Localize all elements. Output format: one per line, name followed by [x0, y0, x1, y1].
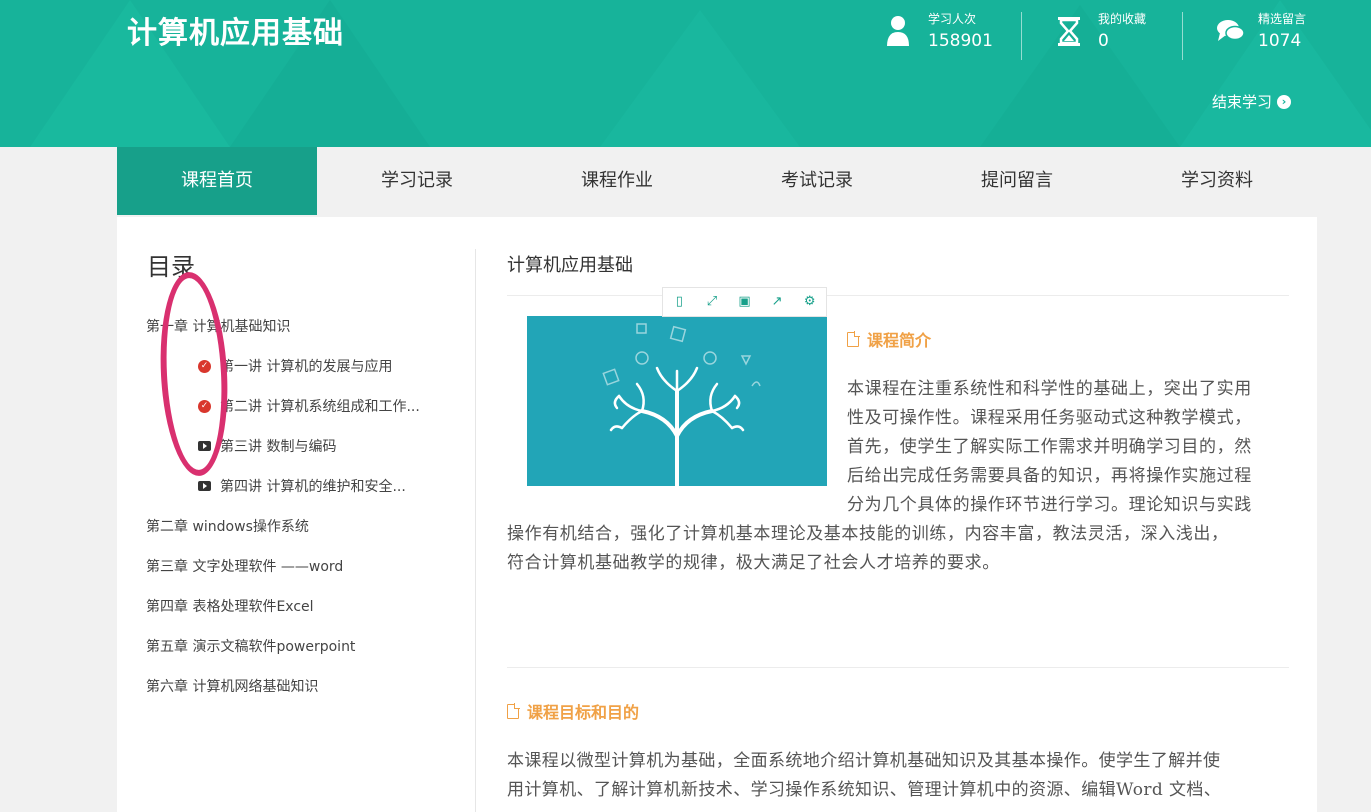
stat-divider [1182, 12, 1183, 60]
section-divider [507, 667, 1289, 668]
intro-text-beside-image: 本课程在注重系统性和科学性的基础上，突出了实用 性及可操作性。课程采用任务驱动式… [847, 375, 1292, 520]
fullscreen-icon[interactable]: ⤢ [705, 295, 719, 309]
goal-line: 用计算机、了解计算机新技术、学习操作系统知识、管理计算机中的资源、编辑Word … [507, 780, 1222, 800]
toc-chapter-6[interactable]: 第六章 计算机网络基础知识 [146, 676, 318, 696]
lesson-label: 第二讲 计算机系统组成和工作... [220, 399, 420, 415]
toc-lesson-1-4[interactable]: 第四讲 计算机的维护和安全... [198, 476, 406, 496]
stat-value: 1074 [1258, 31, 1302, 51]
intro-line: 本课程在注重系统性和科学性的基础上，突出了实用 [847, 379, 1252, 399]
end-study-label: 结束学习 [1211, 93, 1272, 111]
stat-value: 158901 [928, 31, 993, 51]
lesson-label: 第四讲 计算机的维护和安全... [220, 479, 406, 495]
stat-label: 精选留言 [1258, 12, 1307, 26]
stat-label: 学习人次 [928, 12, 977, 26]
comments-icon [1217, 20, 1245, 41]
toc-lesson-1-1[interactable]: ✓ 第一讲 计算机的发展与应用 [198, 356, 392, 376]
tree-illustration [602, 323, 761, 486]
intro-section-title: 课程简介 [847, 327, 931, 351]
intro-text-full-width: 操作有机结合，强化了计算机基本理论及基本技能的训练，内容丰富，教法灵活，深入浅出… [507, 520, 1297, 578]
site-title: 计算机应用基础 [127, 16, 344, 51]
intro-line: 符合计算机基础教学的规律，极大满足了社会人才培养的要求。 [507, 553, 1000, 573]
course-heading: 计算机应用基础 [507, 255, 633, 276]
goal-section-title: 课程目标和目的 [507, 699, 639, 723]
goal-title-text: 课程目标和目的 [527, 703, 640, 722]
hourglass-icon [1058, 17, 1080, 46]
intro-line: 首先，使学生了解实际工作需求并明确学习目的，然 [847, 437, 1252, 457]
end-study-button[interactable]: 结束学习 › [1212, 91, 1291, 112]
stat-divider [1021, 12, 1022, 60]
stat-label: 我的收藏 [1098, 12, 1147, 26]
tab-materials[interactable]: 学习资料 [1117, 147, 1317, 215]
goal-text: 本课程以微型计算机为基础，全面系统地介绍计算机基础知识及其基本操作。使学生了解并… [507, 747, 1289, 805]
document-icon [507, 703, 520, 719]
toc-chapter-5[interactable]: 第五章 演示文稿软件powerpoint [146, 636, 355, 656]
toc-chapter-4[interactable]: 第四章 表格处理软件Excel [146, 596, 314, 616]
share-icon[interactable]: ↗ [770, 295, 784, 309]
stat-value: 0 [1098, 31, 1109, 51]
column-divider [475, 249, 476, 812]
goal-line: 本课程以微型计算机为基础，全面系统地介绍计算机基础知识及其基本操作。使学生了解并… [507, 751, 1221, 771]
tab-questions[interactable]: 提问留言 [917, 147, 1117, 215]
tab-course-home[interactable]: 课程首页 [117, 147, 317, 215]
video-icon [198, 481, 211, 491]
header: 计算机应用基础 学习人次 158901 我的收藏 0 精选留言 1074 结束学… [0, 0, 1371, 147]
section-divider [507, 295, 1289, 296]
intro-line: 分为几个具体的操作环节进行学习。理论知识与实践 [847, 495, 1252, 515]
intro-line: 后给出完成任务需要具备的知识，再将操作实施过程 [847, 466, 1252, 486]
tab-study-records[interactable]: 学习记录 [317, 147, 517, 215]
lesson-label: 第一讲 计算机的发展与应用 [220, 359, 393, 375]
arrow-right-circle-icon: › [1277, 94, 1291, 109]
settings-icon[interactable]: ⚙ [803, 295, 817, 309]
lesson-label: 第三讲 数制与编码 [220, 439, 337, 455]
document-icon [847, 331, 860, 347]
course-cover-image [527, 316, 827, 486]
course-tabs: 课程首页 学习记录 课程作业 考试记录 提问留言 学习资料 [117, 147, 1317, 215]
toc-lesson-1-2[interactable]: ✓ 第二讲 计算机系统组成和工作... [198, 396, 420, 416]
image-toolbar: ▯ ⤢ ▣ ↗ ⚙ [662, 287, 827, 317]
tab-course-homework[interactable]: 课程作业 [517, 147, 717, 215]
tab-exam-records[interactable]: 考试记录 [717, 147, 917, 215]
intro-title-text: 课程简介 [867, 331, 932, 350]
main-panel: 目录 第一章 计算机基础知识 ✓ 第一讲 计算机的发展与应用 ✓ 第二讲 计算机… [117, 217, 1317, 812]
user-icon [887, 16, 909, 46]
toc-chapter-3[interactable]: 第三章 文字处理软件 ——word [146, 556, 343, 576]
intro-line: 性及可操作性。课程采用任务驱动式这种教学模式， [847, 408, 1252, 428]
intro-line: 操作有机结合，强化了计算机基本理论及基本技能的训练，内容丰富，教法灵活，深入浅出… [507, 524, 1229, 544]
fit-icon[interactable]: ▯ [672, 295, 686, 309]
toc-chapter-2[interactable]: 第二章 windows操作系统 [146, 516, 309, 536]
save-icon[interactable]: ▣ [737, 295, 751, 309]
